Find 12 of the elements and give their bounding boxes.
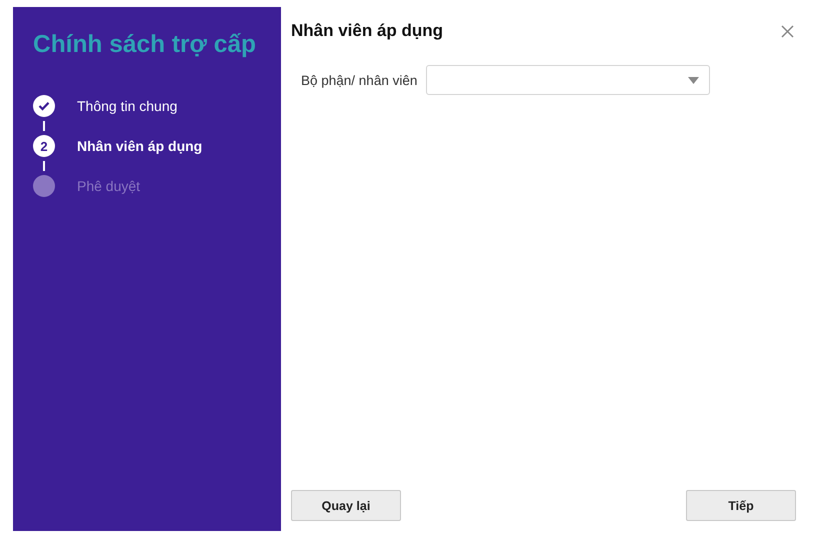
caret-icon: [688, 76, 700, 84]
next-button[interactable]: Tiếp: [686, 490, 796, 521]
field-label: Bộ phận/ nhân viên: [301, 72, 418, 88]
step-label: Nhân viên áp dụng: [77, 138, 202, 154]
back-button[interactable]: Quay lại: [291, 490, 401, 521]
close-icon[interactable]: [779, 22, 796, 40]
step-label: Thông tin chung: [77, 98, 178, 114]
sidebar-title: Chính sách trợ cấp: [33, 31, 257, 59]
panel-title: Nhân viên áp dụng: [291, 21, 444, 41]
dropdown-field[interactable]: [426, 65, 710, 95]
step-number: 2: [33, 135, 55, 157]
step-label: Phê duyệt: [77, 178, 140, 194]
